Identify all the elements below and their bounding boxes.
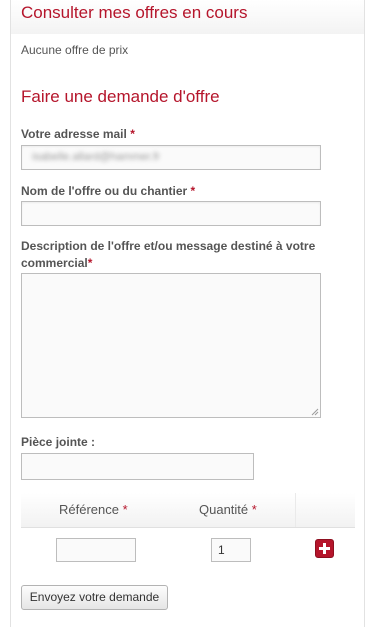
email-label-text: Votre adresse mail bbox=[21, 127, 127, 141]
reference-field[interactable] bbox=[56, 538, 136, 562]
request-offer-heading: Faire une demande d'offre bbox=[21, 87, 220, 106]
attachment-field[interactable] bbox=[21, 453, 254, 480]
consult-offers-heading: Consulter mes offres en cours bbox=[21, 3, 248, 22]
description-label-line2: commercial bbox=[21, 256, 88, 270]
items-table-header: Référence * Quantité * bbox=[21, 493, 355, 528]
description-label: Description de l'offre et/ou message des… bbox=[21, 238, 351, 272]
description-label-line1: Description de l'offre et/ou message des… bbox=[21, 239, 316, 253]
email-field[interactable]: isabelle.allard@hammer.fr bbox=[21, 145, 321, 170]
offer-name-label-text: Nom de l'offre ou du chantier bbox=[21, 184, 188, 198]
reference-header: Référence * bbox=[59, 502, 128, 517]
quantity-header-text: Quantité bbox=[199, 502, 249, 517]
description-textarea[interactable] bbox=[21, 273, 321, 418]
plus-icon bbox=[319, 543, 330, 554]
reference-header-text: Référence bbox=[59, 502, 119, 517]
submit-request-button[interactable]: Envoyez votre demande bbox=[21, 585, 168, 610]
required-mark: * bbox=[87, 256, 93, 270]
required-mark: * bbox=[190, 184, 196, 198]
quantity-header: Quantité * bbox=[199, 502, 257, 517]
offer-name-label: Nom de l'offre ou du chantier * bbox=[21, 183, 195, 200]
attachment-label: Pièce jointe : bbox=[21, 435, 96, 449]
resize-grip-icon[interactable] bbox=[311, 408, 319, 416]
column-divider bbox=[295, 493, 296, 527]
offer-name-field[interactable] bbox=[21, 201, 321, 226]
required-mark: * bbox=[130, 127, 135, 141]
add-row-button[interactable] bbox=[315, 539, 334, 558]
no-offer-text: Aucune offre de prix bbox=[21, 43, 129, 57]
email-field-value: isabelle.allard@hammer.fr bbox=[32, 151, 160, 163]
email-label: Votre adresse mail * bbox=[21, 126, 135, 143]
required-mark: * bbox=[122, 502, 128, 517]
required-mark: * bbox=[251, 502, 257, 517]
quote-panel: Consulter mes offres en cours Aucune off… bbox=[10, 0, 365, 627]
quantity-field[interactable]: 1 bbox=[211, 538, 251, 562]
